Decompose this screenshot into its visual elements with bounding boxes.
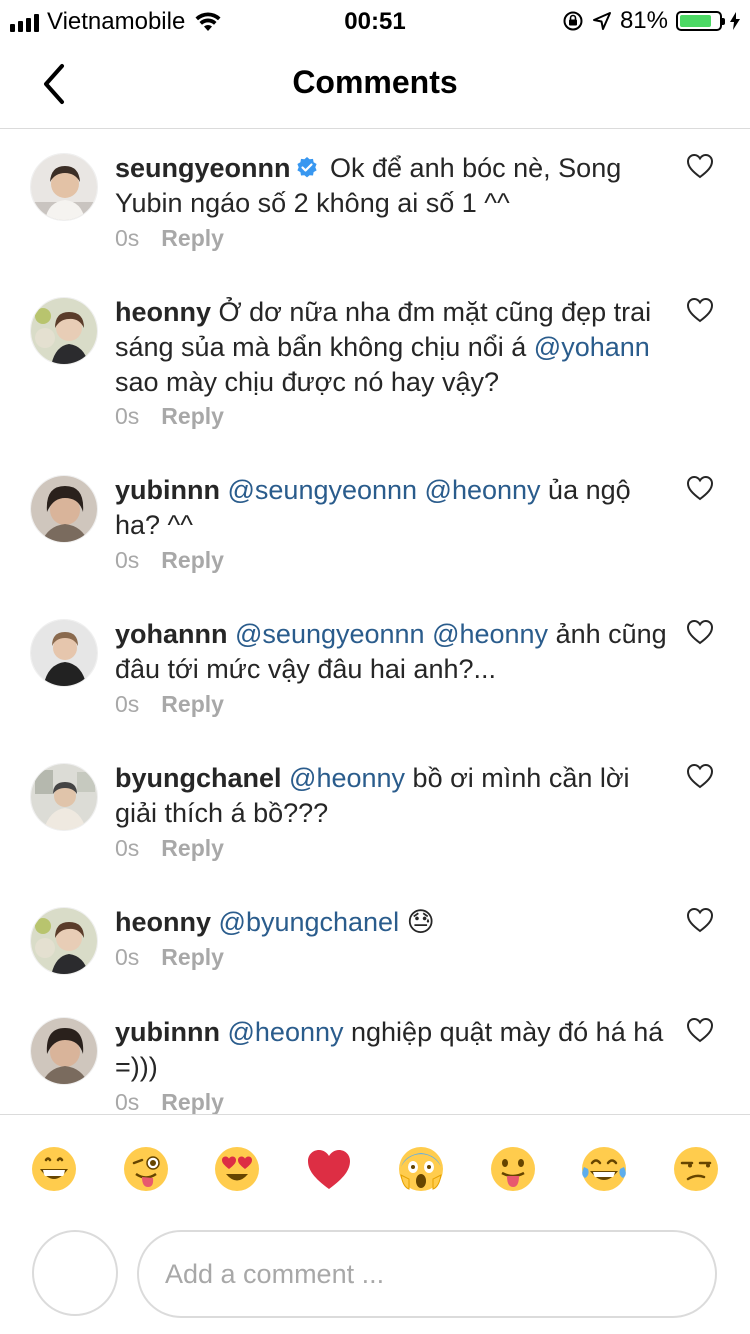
battery-fill [680,15,711,27]
tears-of-joy-face-icon [582,1146,627,1191]
status-right: 81% [562,7,740,35]
comment-meta: 0s Reply [115,944,224,971]
avatar[interactable] [30,475,98,543]
avatar[interactable] [30,763,98,831]
like-heart-icon[interactable] [686,619,714,645]
avatar[interactable] [30,907,98,975]
nav-bar: Comments [0,40,750,129]
tongue-face-icon [490,1146,535,1191]
comment-composer [0,1222,750,1334]
comment-time: 0s [115,835,140,861]
comment-meta: 0s Reply [115,1089,224,1114]
mention-link[interactable]: @yohann [534,332,650,362]
mention-link[interactable]: @heonny [228,1017,344,1047]
comment-meta: 0s Reply [115,547,224,574]
comment-time: 0s [115,691,140,717]
screaming-face-emoji-button[interactable] [395,1143,447,1195]
screaming-face-icon [398,1146,443,1191]
add-comment-input[interactable] [137,1230,717,1318]
comment-body: 😓 [399,907,435,937]
orientation-lock-icon [563,11,583,31]
emoji-quick-bar [0,1114,750,1222]
comment-username[interactable]: yohannn [115,619,228,649]
mention-link[interactable]: @seungyeonnn @heonny [235,619,548,649]
reply-button[interactable]: Reply [161,547,224,573]
comment-text: yubinnn @seungyeonnn @heonny ủa ngộ ha? … [115,473,675,543]
battery-icon [676,11,725,31]
grinning-face-icon [31,1146,76,1191]
red-heart-emoji-button[interactable] [303,1143,355,1195]
avatar[interactable] [30,297,98,365]
page-title: Comments [292,64,458,100]
comment-username[interactable]: yubinnn [115,1017,220,1047]
like-heart-icon[interactable] [686,475,714,501]
like-heart-icon[interactable] [686,297,714,323]
comment-meta: 0s Reply [115,691,224,718]
comment-username[interactable]: yubinnn [115,475,220,505]
winking-tongue-emoji-button[interactable] [120,1143,172,1195]
red-heart-icon [308,1149,351,1189]
reply-button[interactable]: Reply [161,403,224,429]
comment-text: heonny @byungchanel 😓 [115,905,675,940]
reply-button[interactable]: Reply [161,944,224,970]
comment-text: seungyeonnn Ok để anh bóc nè, Song Yubin… [115,151,675,221]
avatar[interactable] [30,619,98,687]
location-arrow-icon [592,12,611,30]
avatar[interactable] [30,153,98,221]
avatar[interactable] [30,1017,98,1085]
comment-username[interactable]: seungyeonnn [115,153,291,183]
reply-button[interactable]: Reply [161,835,224,861]
grinning-face-emoji-button[interactable] [28,1143,80,1195]
verified-badge-icon [296,157,317,178]
comment-meta: 0s Reply [115,835,224,862]
like-heart-icon[interactable] [686,907,714,933]
comment-time: 0s [115,403,140,429]
comment-text: byungchanel @heonny bồ ơi mình cần lời g… [115,761,675,831]
battery-percent: 81% [619,7,668,34]
comment-time: 0s [115,1089,140,1114]
comment-time: 0s [115,225,140,251]
comment-time: 0s [115,944,140,970]
charging-bolt-icon [730,12,740,30]
mention-link[interactable]: @heonny [289,763,405,793]
tongue-face-emoji-button[interactable] [487,1143,539,1195]
comment-body-cont: sao mày chịu được nó hay vậy? [115,367,499,397]
comment-time: 0s [115,547,140,573]
heart-eyes-face-icon [215,1146,260,1191]
mention-link[interactable]: @byungchanel [219,907,400,937]
winking-tongue-face-icon [123,1146,168,1191]
comment-text: heonny Ở dơ nữa nha đm mặt cũng đẹp trai… [115,295,675,400]
reply-button[interactable]: Reply [161,691,224,717]
like-heart-icon[interactable] [686,763,714,789]
comment-username[interactable]: heonny [115,297,211,327]
mention-link[interactable]: @seungyeonnn @heonny [228,475,541,505]
unamused-face-icon [674,1146,719,1191]
comment-meta: 0s Reply [115,225,224,252]
unamused-face-emoji-button[interactable] [670,1143,722,1195]
heart-eyes-emoji-button[interactable] [211,1143,263,1195]
comment-text: yohannn @seungyeonnn @heonny ảnh cũng đâ… [115,617,675,687]
like-heart-icon[interactable] [686,153,714,179]
reply-button[interactable]: Reply [161,1089,224,1114]
comment-username[interactable]: byungchanel [115,763,282,793]
comment-meta: 0s Reply [115,403,224,430]
status-bar: Vietnamobile 00:51 81% [0,0,750,40]
tears-of-joy-emoji-button[interactable] [578,1143,630,1195]
comment-text: yubinnn @heonny nghiệp quật mày đó há há… [115,1015,675,1085]
comment-list[interactable]: seungyeonnn Ok để anh bóc nè, Song Yubin… [0,129,750,1114]
like-heart-icon[interactable] [686,1017,714,1043]
current-user-avatar [32,1230,118,1316]
reply-button[interactable]: Reply [161,225,224,251]
comment-username[interactable]: heonny [115,907,211,937]
